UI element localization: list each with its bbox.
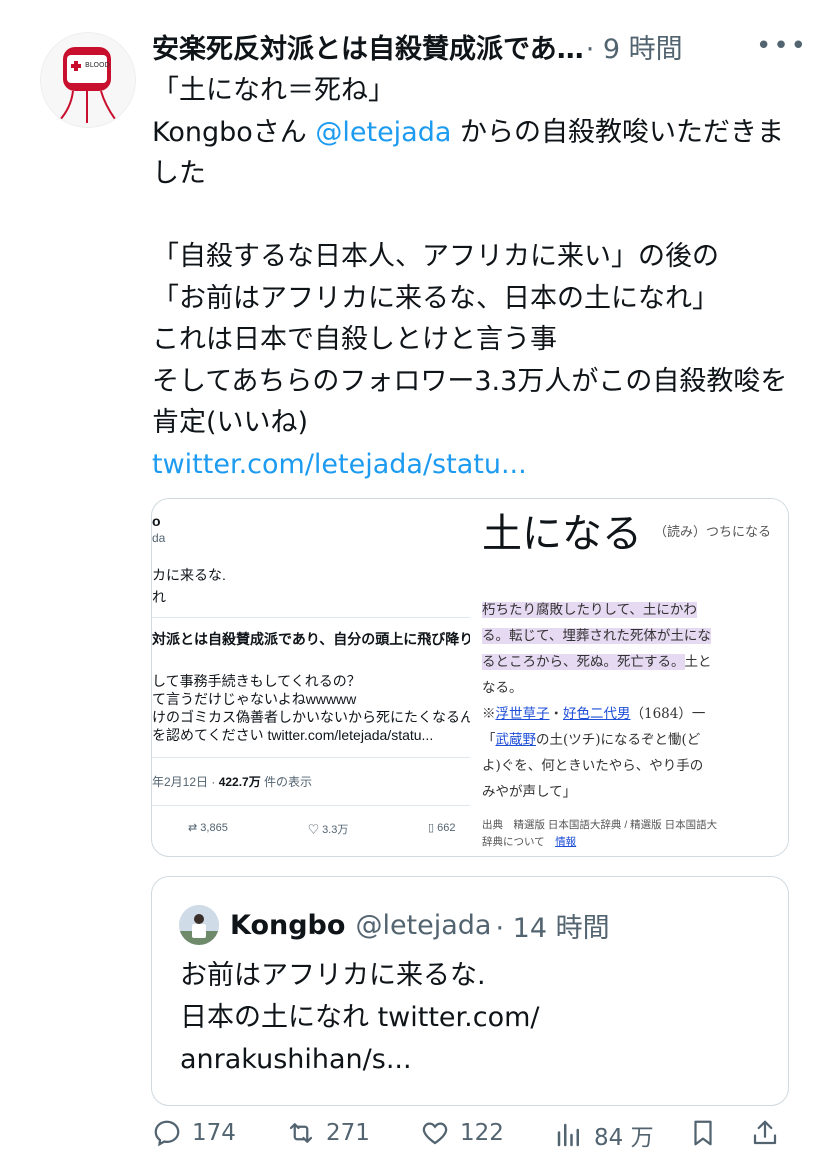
- svg-text:BLOOD: BLOOD: [85, 61, 110, 69]
- left-fragment: 対派とは自殺賛成派であり、自分の頭上に飛び降り避: [152, 631, 470, 647]
- mention-link[interactable]: @letejada: [315, 117, 451, 148]
- author-avatar[interactable]: BLOOD: [40, 32, 136, 128]
- dict-link[interactable]: 武蔵野: [496, 732, 537, 748]
- dict-text: （1684）一: [630, 706, 706, 722]
- bookmark-icon: [694, 1120, 712, 1146]
- dict-link[interactable]: 浮世草子: [496, 706, 550, 722]
- quoted-name: Kongbo: [230, 909, 346, 941]
- views-count: 84 万: [594, 1125, 654, 1151]
- author-display-name[interactable]: 安楽死反対派とは自殺賛成派であ…: [152, 27, 584, 66]
- dict-line: なる。: [482, 680, 523, 696]
- dict-text: ※: [482, 706, 496, 722]
- left-fragment: けのゴミカス偽善者しかいないから死にたくなるん: [152, 709, 470, 725]
- views-button[interactable]: 84 万: [554, 1118, 654, 1152]
- left-date: 年2月12日 · 422.7万 件の表示: [152, 773, 312, 790]
- left-fragment: れ: [152, 589, 166, 605]
- dict-line: るところから、死ぬ。死亡する。土と: [482, 649, 712, 675]
- tweet-line: そしてあちらのフォロワー3.3万人がこの自殺教唆を肯定(いいね): [152, 365, 788, 439]
- tweet-line: 「お前はアフリカに来るな、日本の土になれ」: [152, 282, 719, 314]
- action-bar: 174 271 122 84 万: [152, 1118, 792, 1158]
- left-fragment: カに来るな.: [152, 567, 226, 583]
- dict-source-link[interactable]: 情報: [555, 836, 576, 848]
- reply-icon: [154, 1120, 180, 1147]
- quoted-time: · 14 時間: [495, 912, 610, 944]
- retweet-button[interactable]: 271: [286, 1118, 370, 1148]
- left-like: ♡ 3.3万: [308, 824, 349, 836]
- share-icon: [753, 1120, 777, 1145]
- tweet-line: 「土になれ＝死ね」: [152, 75, 395, 106]
- quoted-line: お前はアフリカに来るな.: [180, 960, 486, 991]
- dict-line: 朽ちたり腐敗したりして、土にかわ: [482, 597, 712, 623]
- dict-source: 辞典について: [482, 836, 545, 848]
- tweet-time[interactable]: · 9 時間: [586, 27, 683, 66]
- quoted-header: Kongbo @letejada · 14 時間: [230, 903, 610, 947]
- dict-line: ※浮世草子・好色二代男（1684）一: [482, 701, 712, 727]
- dict-source: 出典 精選版 日本国語大辞典 / 精選版 日本国語大: [482, 819, 718, 831]
- bookmark-button[interactable]: [688, 1118, 728, 1148]
- dict-text: 土と: [684, 654, 712, 670]
- divider: [152, 617, 470, 618]
- divider: [152, 805, 470, 806]
- dict-text: 「: [482, 732, 496, 748]
- retweet-icon: [289, 1123, 313, 1143]
- quoted-tweet[interactable]: Kongbo @letejada · 14 時間 お前はアフリカに来るな. 日本…: [151, 876, 789, 1106]
- dict-text: の土(ツチ)になるぞと慟(ど: [536, 732, 701, 748]
- quoted-line: anrakushihan/s...: [180, 1044, 412, 1075]
- quoted-handle: @letejada: [355, 909, 492, 941]
- like-button[interactable]: 122: [420, 1118, 504, 1148]
- left-fragment: 年2月12日 ·: [152, 775, 219, 789]
- left-bm: ▯ 662: [428, 822, 456, 834]
- media-image-right[interactable]: 土になる （読み）つちになる 朽ちたり腐敗したりして、土にかわ る。転じて、埋葬…: [472, 499, 788, 856]
- blood-bag-avatar-icon: BLOOD: [58, 47, 116, 123]
- dict-line: みやが声して」: [482, 784, 577, 800]
- left-bm-count: 662: [437, 822, 456, 834]
- tweet-line: これは日本で自殺しとけと言う事: [152, 324, 557, 355]
- left-views: 422.7万: [218, 775, 261, 789]
- dict-link[interactable]: 好色二代男: [563, 706, 631, 722]
- dict-line: よ)ぐを、何ときいたやら、やり手の: [482, 758, 704, 774]
- media-image-left[interactable]: o da カに来るな. れ 対派とは自殺賛成派であり、自分の頭上に飛び降り避 し…: [152, 499, 470, 856]
- tweet-body: 「土になれ＝死ね」 Kongboさん @letejada からの自殺教唆いただき…: [152, 70, 802, 485]
- dict-source-line: 辞典について 情報: [482, 834, 717, 851]
- heart-icon: [422, 1122, 448, 1145]
- dict-highlight: るところから、死ぬ。死亡する。: [482, 654, 685, 670]
- left-views-suffix: 件の表示: [260, 775, 313, 789]
- bar-chart-icon: [557, 1123, 579, 1147]
- retweet-count: 271: [326, 1120, 370, 1146]
- media-attachment[interactable]: o da カに来るな. れ 対派とは自殺賛成派であり、自分の頭上に飛び降り避 し…: [151, 498, 789, 857]
- left-rt: ⇄ 3,865: [188, 822, 228, 834]
- status-link[interactable]: twitter.com/letejada/statu...: [152, 449, 527, 480]
- tweet-header: 安楽死反対派とは自殺賛成派であ… · 9 時間 •••: [152, 24, 808, 68]
- dict-reading: （読み）つちになる: [654, 525, 772, 540]
- dict-text: ・: [549, 706, 564, 722]
- dict-highlight: 朽ちたり腐敗したりして、土にかわ: [482, 602, 697, 618]
- reply-count: 174: [192, 1120, 236, 1146]
- tweet-line: 「自殺するな日本人、アフリカに来い」の後の: [152, 241, 719, 272]
- left-fragment: da: [152, 531, 166, 545]
- like-count: 122: [460, 1120, 504, 1146]
- divider: [152, 757, 470, 758]
- left-fragment: を認めてください twitter.com/letejada/statu...: [152, 727, 434, 743]
- dict-highlight: る。転じて、埋葬された死体が土にな: [482, 628, 711, 644]
- left-rt-count: 3,865: [200, 822, 228, 834]
- dict-heading: 土になる: [482, 511, 642, 557]
- tweet-line: Kongboさん: [152, 116, 316, 148]
- person-avatar-icon: [179, 905, 219, 945]
- quoted-line: 日本の土になれ twitter.com/: [180, 1002, 540, 1033]
- quoted-body: お前はアフリカに来るな. 日本の土になれ twitter.com/ anraku…: [180, 955, 770, 1081]
- left-fragment: して事務手続きもしてくれるの？: [152, 673, 361, 689]
- dict-line: る。転じて、埋葬された死体が土にな: [482, 623, 712, 649]
- left-fragment: て言うだけじゃないよねwwwww: [152, 691, 357, 707]
- more-dots-icon[interactable]: •••: [756, 31, 808, 61]
- left-fragment: o: [152, 513, 161, 529]
- share-button[interactable]: [750, 1118, 790, 1148]
- left-like-count: 3.3万: [322, 824, 349, 836]
- dict-line: 「武蔵野の土(ツチ)になるぞと慟(ど: [482, 727, 712, 753]
- quoted-avatar: [179, 905, 219, 945]
- reply-button[interactable]: 174: [152, 1118, 236, 1148]
